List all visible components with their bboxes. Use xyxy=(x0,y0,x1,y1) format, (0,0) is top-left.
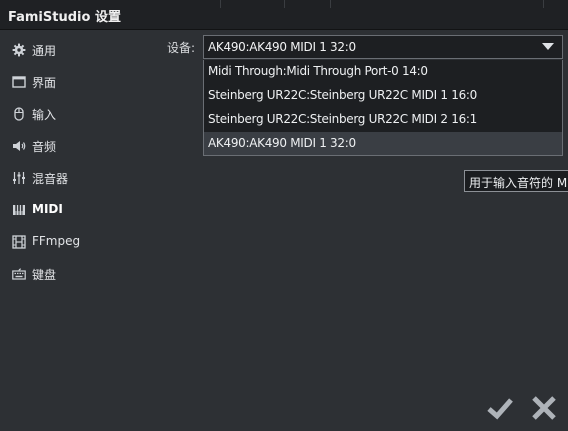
piano-icon xyxy=(12,203,26,217)
dropdown-option[interactable]: Steinberg UR22C:Steinberg UR22C MIDI 2 1… xyxy=(204,108,562,131)
dropdown-option[interactable]: Midi Through:Midi Through Port-0 14:0 xyxy=(204,60,562,83)
sidebar-item-audio[interactable]: 音频 xyxy=(0,132,150,160)
mixer-icon xyxy=(12,171,26,185)
checkmark-icon xyxy=(487,398,513,420)
tooltip: 用于输入音符的 M xyxy=(464,170,568,192)
selected-device-value: AK490:AK490 MIDI 1 32:0 xyxy=(208,40,356,54)
sidebar-item-label: 键盘 xyxy=(32,268,57,282)
dropdown-option-label: AK490:AK490 MIDI 1 32:0 xyxy=(208,136,356,150)
film-icon xyxy=(12,235,26,249)
title-divider xyxy=(284,0,285,8)
sidebar-item-label: 通用 xyxy=(32,44,57,58)
title-bar: FamiStudio 设置 xyxy=(0,0,568,30)
sidebar-item-ffmpeg[interactable]: FFmpeg xyxy=(0,228,150,256)
chevron-down-icon[interactable] xyxy=(542,43,554,50)
midi-device-select[interactable]: AK490:AK490 MIDI 1 32:0 xyxy=(203,35,563,59)
sidebar-item-label: FFmpeg xyxy=(32,234,81,248)
gear-icon xyxy=(12,43,26,57)
sidebar-item-mixer[interactable]: 混音器 xyxy=(0,164,150,192)
sidebar-item-interface[interactable]: 界面 xyxy=(0,68,150,96)
window-title: FamiStudio 设置 xyxy=(8,10,121,25)
window-icon xyxy=(12,75,26,89)
sidebar-item-label: 混音器 xyxy=(32,172,69,186)
title-divider xyxy=(220,0,221,8)
sidebar-item-keyboard[interactable]: 键盘 xyxy=(0,260,150,288)
title-divider xyxy=(543,0,544,8)
mouse-icon xyxy=(12,107,26,121)
sidebar-item-midi[interactable]: MIDI xyxy=(0,196,150,224)
dropdown-option-label: Steinberg UR22C:Steinberg UR22C MIDI 2 1… xyxy=(208,112,477,126)
sidebar-item-input[interactable]: 输入 xyxy=(0,100,150,128)
dropdown-option-selected[interactable]: AK490:AK490 MIDI 1 32:0 xyxy=(204,132,562,155)
sidebar-item-general[interactable]: 通用 xyxy=(0,36,150,64)
sidebar-item-label: MIDI xyxy=(32,202,63,216)
ok-button[interactable] xyxy=(486,394,514,422)
cancel-button[interactable] xyxy=(530,394,558,422)
midi-device-dropdown: Midi Through:Midi Through Port-0 14:0 St… xyxy=(203,60,563,156)
speaker-icon xyxy=(12,139,26,153)
tooltip-text: 用于输入音符的 M xyxy=(469,176,568,190)
dropdown-option[interactable]: Steinberg UR22C:Steinberg UR22C MIDI 1 1… xyxy=(204,84,562,107)
dropdown-option-label: Midi Through:Midi Through Port-0 14:0 xyxy=(208,64,428,78)
close-icon xyxy=(532,396,556,420)
sidebar-item-label: 音频 xyxy=(32,140,57,154)
dropdown-option-label: Steinberg UR22C:Steinberg UR22C MIDI 1 1… xyxy=(208,88,477,102)
device-label: 设备: xyxy=(167,41,196,55)
title-divider xyxy=(330,0,331,8)
sidebar-item-label: 输入 xyxy=(32,108,57,122)
sidebar-item-label: 界面 xyxy=(32,76,57,90)
keyboard-icon xyxy=(12,267,26,281)
